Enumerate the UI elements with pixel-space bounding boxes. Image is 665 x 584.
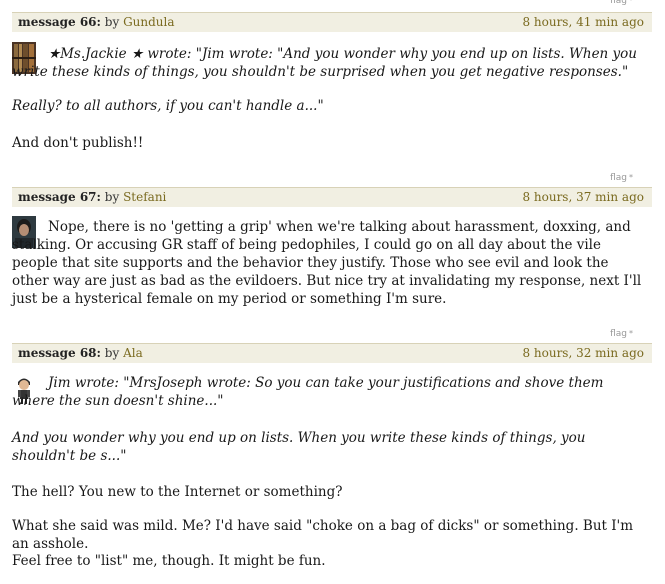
author-link[interactable]: Stefani: [123, 190, 166, 204]
author-link[interactable]: Ala: [123, 346, 143, 360]
message-text: What she said was mild. Me? I'd have sai…: [12, 518, 634, 552]
by-label: by: [104, 190, 120, 204]
author-link[interactable]: Gundula: [123, 15, 174, 29]
message-text: And don't publish!!: [12, 135, 144, 151]
message-number[interactable]: message 68:: [18, 346, 101, 360]
flag-link[interactable]: flag *: [610, 0, 633, 6]
message-meta: message 68: by Ala: [18, 346, 143, 360]
message-text: ★Ms.Jackie ★ wrote: "Jim wrote: "And you…: [12, 46, 637, 80]
message-header: message 68: by Ala 8 hours, 32 min ago: [12, 343, 652, 363]
message-text: Really? to all authors, if you can't han…: [12, 98, 324, 114]
message-text: The hell? You new to the Internet or som…: [12, 484, 343, 500]
by-label: by: [104, 15, 120, 29]
by-label: by: [104, 346, 120, 360]
message-number[interactable]: message 66:: [18, 15, 101, 29]
message-meta: message 67: by Stefani: [18, 190, 166, 204]
flag-mark: *: [629, 0, 633, 5]
flag-link[interactable]: flag *: [610, 173, 633, 183]
flag-label[interactable]: flag: [610, 0, 627, 6]
message-text: Nope, there is no 'getting a grip' when …: [12, 219, 642, 307]
timestamp-link[interactable]: 8 hours, 41 min ago: [522, 15, 644, 29]
message-header: message 66: by Gundula 8 hours, 41 min a…: [12, 12, 652, 32]
message-text: And you wonder why you end up on lists. …: [12, 430, 586, 464]
message-number[interactable]: message 67:: [18, 190, 101, 204]
flag-label[interactable]: flag: [610, 173, 627, 183]
message-text: Feel free to "list" me, though. It might…: [12, 553, 326, 569]
message-header: message 67: by Stefani 8 hours, 37 min a…: [12, 187, 652, 207]
flag-label[interactable]: flag: [610, 329, 627, 339]
flag-mark: *: [629, 173, 633, 182]
timestamp-link[interactable]: 8 hours, 32 min ago: [522, 346, 644, 360]
timestamp-link[interactable]: 8 hours, 37 min ago: [522, 190, 644, 204]
flag-mark: *: [629, 329, 633, 338]
flag-link[interactable]: flag *: [610, 329, 633, 339]
message-text: Jim wrote: "MrsJoseph wrote: So you can …: [12, 375, 604, 409]
message-meta: message 66: by Gundula: [18, 15, 175, 29]
